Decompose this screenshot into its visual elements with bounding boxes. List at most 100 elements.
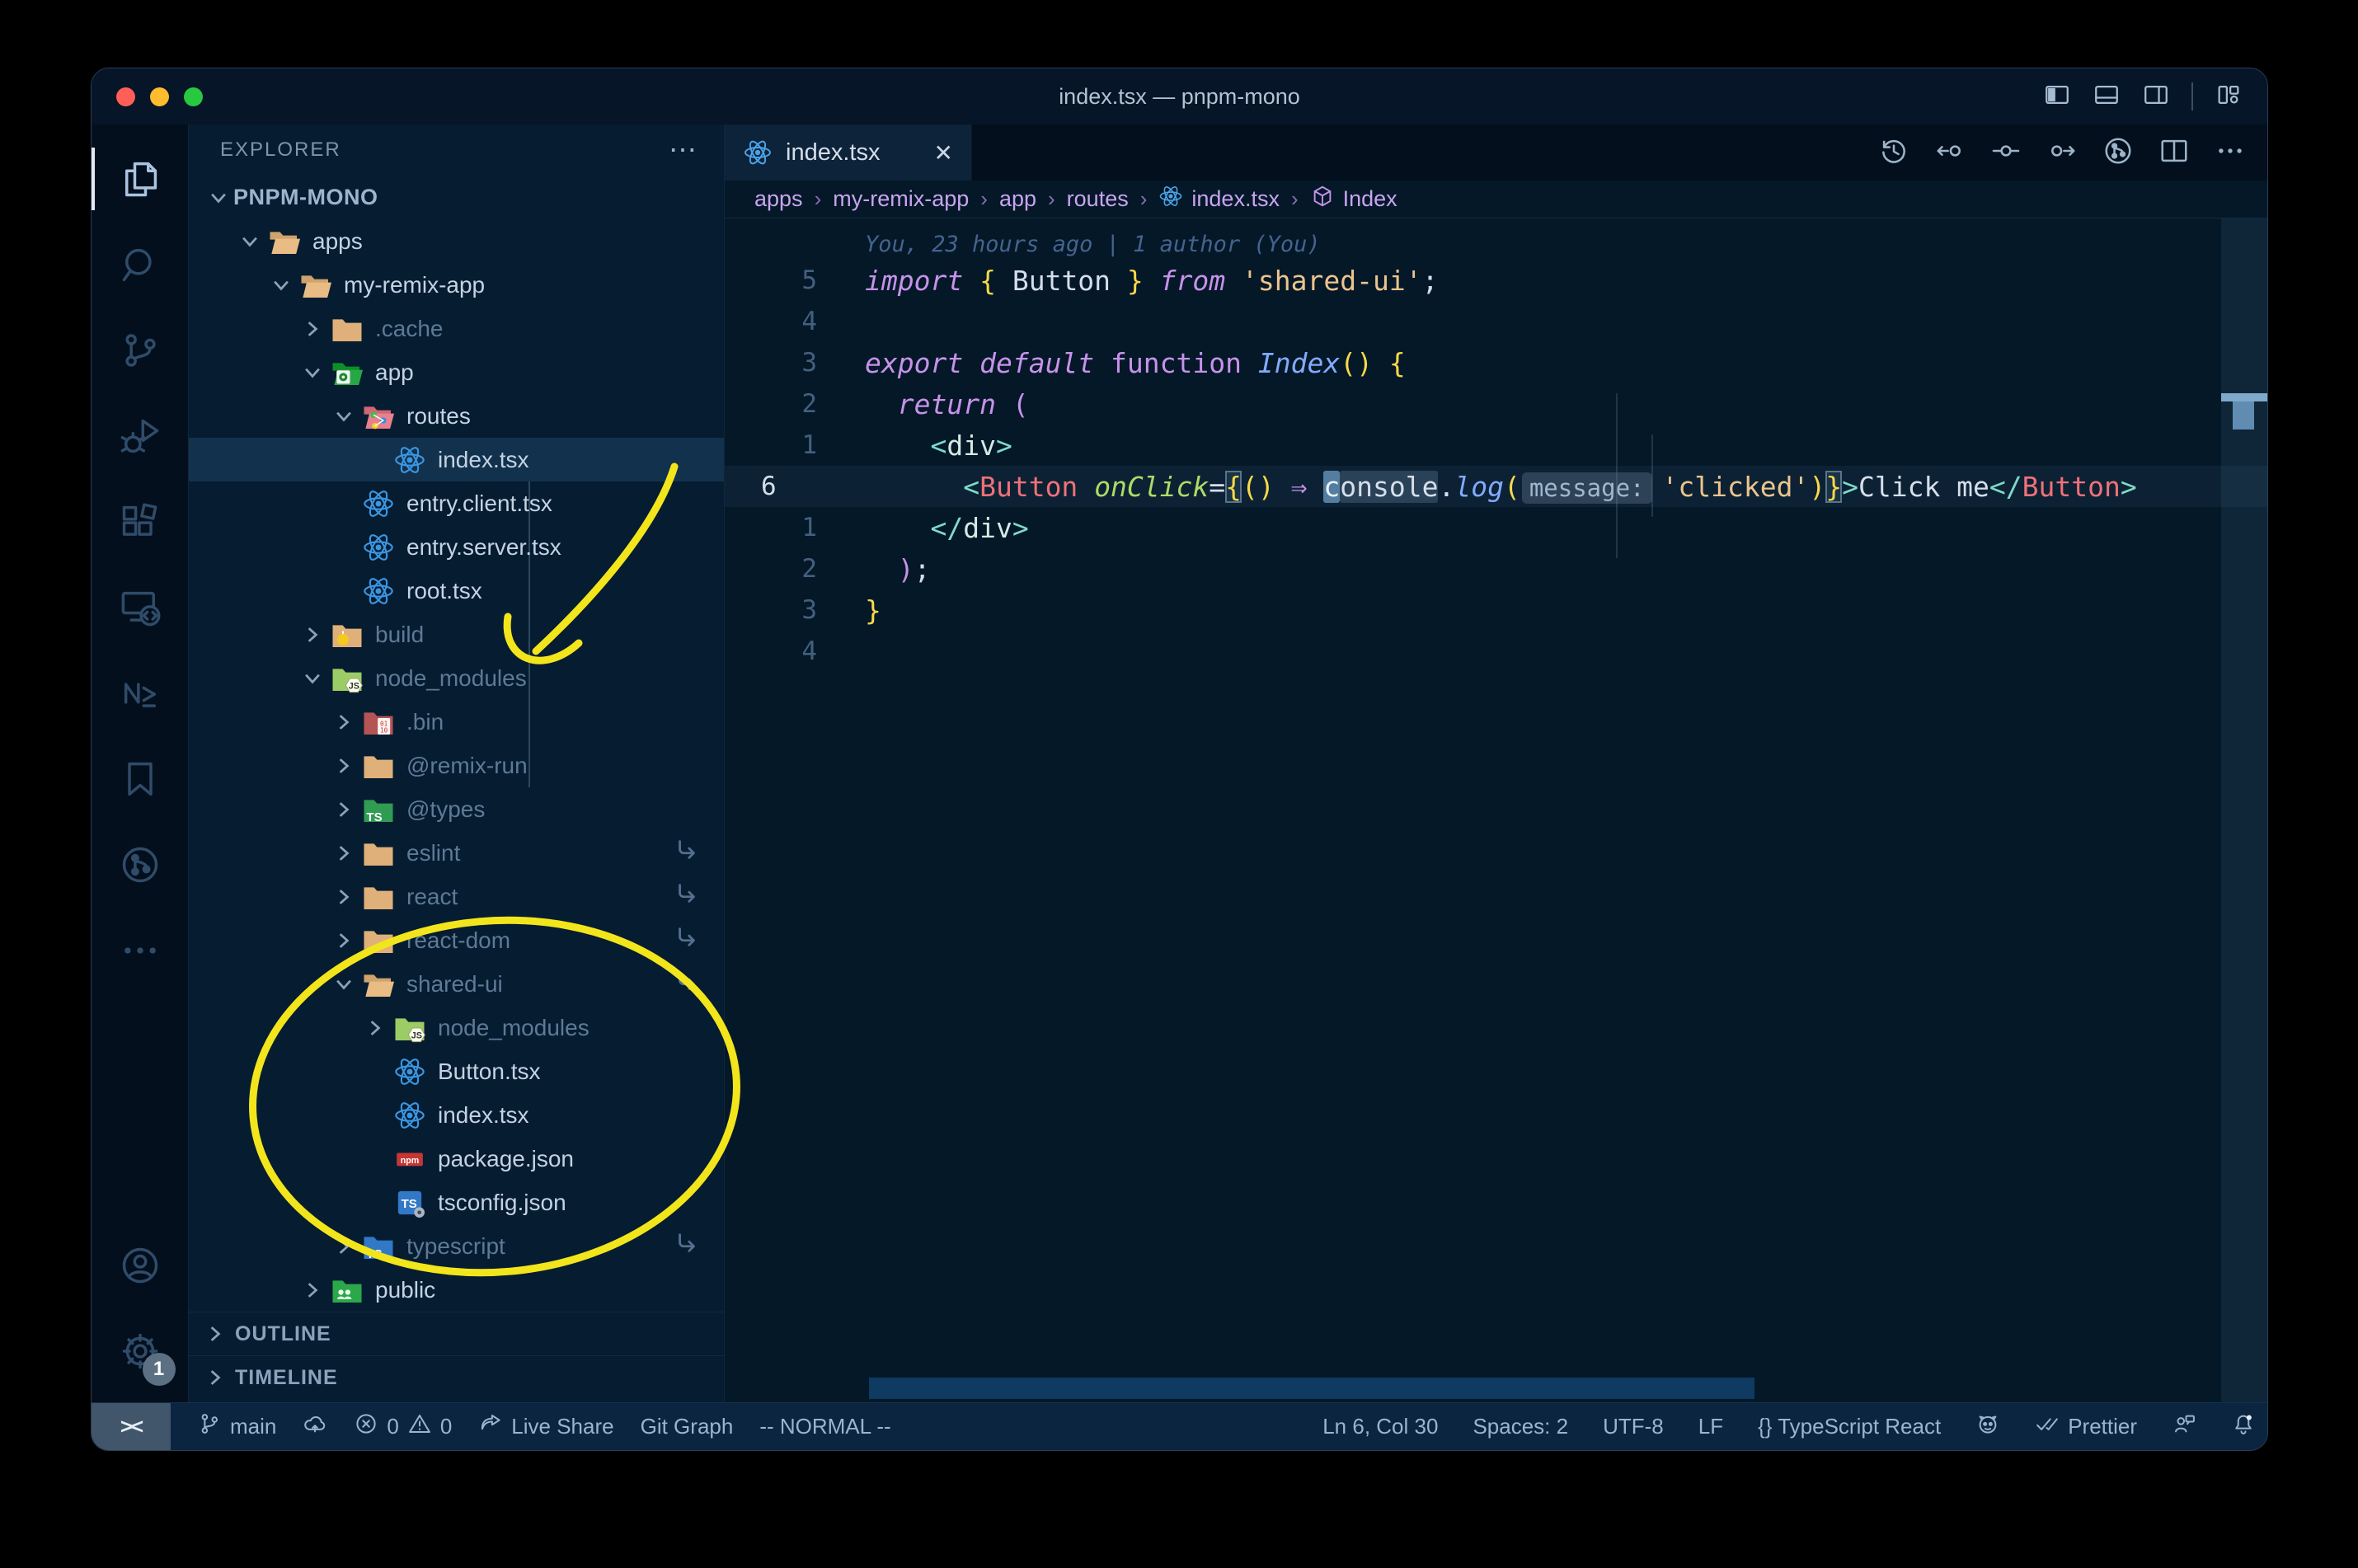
folder-open-tan-icon: [299, 269, 332, 302]
tree-item-react[interactable]: react: [189, 875, 724, 918]
tree-item-react-dom[interactable]: react-dom: [189, 918, 724, 962]
tree-item-eslint[interactable]: eslint: [189, 831, 724, 875]
accounts-icon[interactable]: [92, 1223, 189, 1308]
tree-item--remix-run[interactable]: @remix-run: [189, 744, 724, 787]
tree-item-tsconfig.json[interactable]: TS tsconfig.json: [189, 1181, 724, 1224]
timeline-history-icon[interactable]: [1878, 135, 1909, 171]
cursor-position[interactable]: Ln 6, Col 30: [1322, 1414, 1438, 1439]
tab-index-tsx[interactable]: index.tsx ✕: [725, 124, 972, 181]
titlebar[interactable]: index.tsx — pnpm-mono: [92, 68, 2267, 124]
extensions-icon[interactable]: [92, 479, 189, 565]
tree-item-.cache[interactable]: .cache: [189, 307, 724, 350]
tree-item-entry.server.tsx[interactable]: entry.server.tsx: [189, 525, 724, 569]
tree-item-pnpm-mono[interactable]: PNPM-MONO: [189, 176, 724, 219]
more-views-icon[interactable]: [92, 908, 189, 993]
tree-item--types[interactable]: TS @types: [189, 787, 724, 831]
remote-explorer-icon[interactable]: [92, 565, 189, 650]
svg-text:TS: TS: [402, 1197, 417, 1211]
tree-item-apps[interactable]: apps: [189, 219, 724, 263]
encoding[interactable]: UTF-8: [1603, 1414, 1664, 1439]
code-line[interactable]: 3}: [725, 589, 2267, 631]
code-line[interactable]: 2 return (: [725, 383, 2267, 425]
tree-item-label: routes: [406, 402, 471, 429]
code-line[interactable]: 5 import { Button } from 'shared-ui';: [725, 260, 2267, 301]
editor-horizontal-scrollbar[interactable]: [869, 1378, 1754, 1399]
customize-layout-icon[interactable]: [2215, 81, 2243, 113]
publish-icon[interactable]: [303, 1411, 327, 1442]
tree-item-.bin[interactable]: 01 10 .bin: [189, 700, 724, 744]
tree-item-node-modules[interactable]: JS node_modules: [189, 656, 724, 700]
run-debug-icon[interactable]: [92, 393, 189, 479]
current-change-icon[interactable]: [1990, 135, 2022, 171]
git-branch[interactable]: main: [197, 1411, 276, 1442]
svg-text:npm: npm: [401, 1155, 420, 1165]
code-line[interactable]: 1 </div>: [725, 507, 2267, 548]
git-graph-view-icon[interactable]: [2102, 135, 2134, 171]
tree-item-build[interactable]: build: [189, 613, 724, 656]
breadcrumb-item-routes[interactable]: routes: [1067, 186, 1129, 212]
tree-item-node-modules[interactable]: JS node_modules: [189, 1006, 724, 1049]
breadcrumb-item-app[interactable]: app: [999, 186, 1036, 212]
code-line[interactable]: 2 );: [725, 548, 2267, 589]
remote-indicator[interactable]: ><: [92, 1403, 171, 1450]
problems[interactable]: 00: [354, 1411, 452, 1442]
vim-mode[interactable]: -- NORMAL --: [759, 1414, 890, 1439]
github-icon[interactable]: [1975, 1411, 2000, 1442]
code-line[interactable]: 3 export default function Index() {: [725, 342, 2267, 383]
git-graph[interactable]: Git Graph: [641, 1414, 734, 1439]
close-tab-icon[interactable]: ✕: [934, 139, 953, 167]
tree-item-entry.client.tsx[interactable]: entry.client.tsx: [189, 481, 724, 525]
eol[interactable]: LF: [1698, 1414, 1723, 1439]
indentation[interactable]: Spaces: 2: [1473, 1414, 1568, 1439]
breadcrumb-label: app: [998, 186, 1036, 211]
toggle-primary-sidebar-icon[interactable]: [2043, 81, 2071, 113]
settings-icon[interactable]: 1: [92, 1308, 189, 1394]
toggle-panel-icon[interactable]: [2093, 81, 2121, 113]
tree-item-root.tsx[interactable]: root.tsx: [189, 569, 724, 613]
code-editor[interactable]: You, 23 hours ago | 1 author (You) 5 impo…: [725, 218, 2267, 1402]
chevron-none: [360, 1144, 390, 1174]
code-line-current[interactable]: 6 <Button onClick={() ⇒ console.log(mess…: [725, 466, 2267, 507]
folder-tan-icon: [362, 924, 395, 957]
next-change-icon[interactable]: [2046, 135, 2078, 171]
tree-item-index.tsx[interactable]: index.tsx: [189, 438, 724, 481]
search-icon[interactable]: [92, 222, 189, 307]
tree-item-typescript[interactable]: TS typescript: [189, 1224, 724, 1268]
tree-item-label: build: [375, 621, 425, 647]
breadcrumb-item-my-remix-app[interactable]: my-remix-app: [833, 186, 969, 212]
breadcrumb-item-index.tsx[interactable]: index.tsx: [1158, 184, 1280, 214]
source-control-icon[interactable]: [92, 307, 189, 393]
previous-change-icon[interactable]: [1934, 135, 1966, 171]
line-number: 2: [801, 389, 817, 419]
prettier[interactable]: Prettier: [2035, 1411, 2137, 1442]
language-mode[interactable]: {} TypeScript React: [1758, 1414, 1941, 1439]
tree-item-app[interactable]: app: [189, 350, 724, 394]
more-actions-icon[interactable]: [2215, 135, 2246, 171]
live-share[interactable]: Live Share: [478, 1411, 614, 1442]
toggle-secondary-sidebar-icon[interactable]: [2142, 81, 2170, 113]
tree-item-public[interactable]: public: [189, 1268, 724, 1312]
tree-item-button.tsx[interactable]: Button.tsx: [189, 1049, 724, 1093]
tree-item-shared-ui[interactable]: shared-ui: [189, 962, 724, 1006]
split-editor-icon[interactable]: [2158, 135, 2190, 171]
feedback-icon[interactable]: [2172, 1411, 2196, 1442]
nx-console-icon[interactable]: [92, 650, 189, 736]
tree-item-index.tsx[interactable]: index.tsx: [189, 1093, 724, 1137]
sidebar-section-timeline[interactable]: TIMELINE: [189, 1355, 724, 1399]
sidebar-section-outline[interactable]: OUTLINE: [189, 1312, 724, 1355]
breadcrumb: apps › my-remix-app › app › routes › index.tsx › I…: [725, 181, 2267, 218]
bookmarks-icon[interactable]: [92, 736, 189, 822]
editor-vertical-scrollbar[interactable]: [2221, 218, 2267, 1402]
git-graph-icon[interactable]: [92, 822, 189, 908]
code-line[interactable]: 4: [725, 301, 2267, 342]
code-line[interactable]: 1 <div>: [725, 425, 2267, 466]
tree-item-my-remix-app[interactable]: my-remix-app: [189, 263, 724, 307]
breadcrumb-item-index[interactable]: Index: [1310, 184, 1397, 214]
chevron-right-icon: [200, 1319, 230, 1349]
tree-item-package.json[interactable]: npm package.json: [189, 1137, 724, 1181]
notifications-icon[interactable]: [2231, 1411, 2256, 1442]
code-line[interactable]: 4: [725, 631, 2267, 672]
tree-item-routes[interactable]: routes: [189, 394, 724, 438]
breadcrumb-item-apps[interactable]: apps: [754, 186, 803, 212]
explorer-icon[interactable]: [92, 136, 189, 222]
